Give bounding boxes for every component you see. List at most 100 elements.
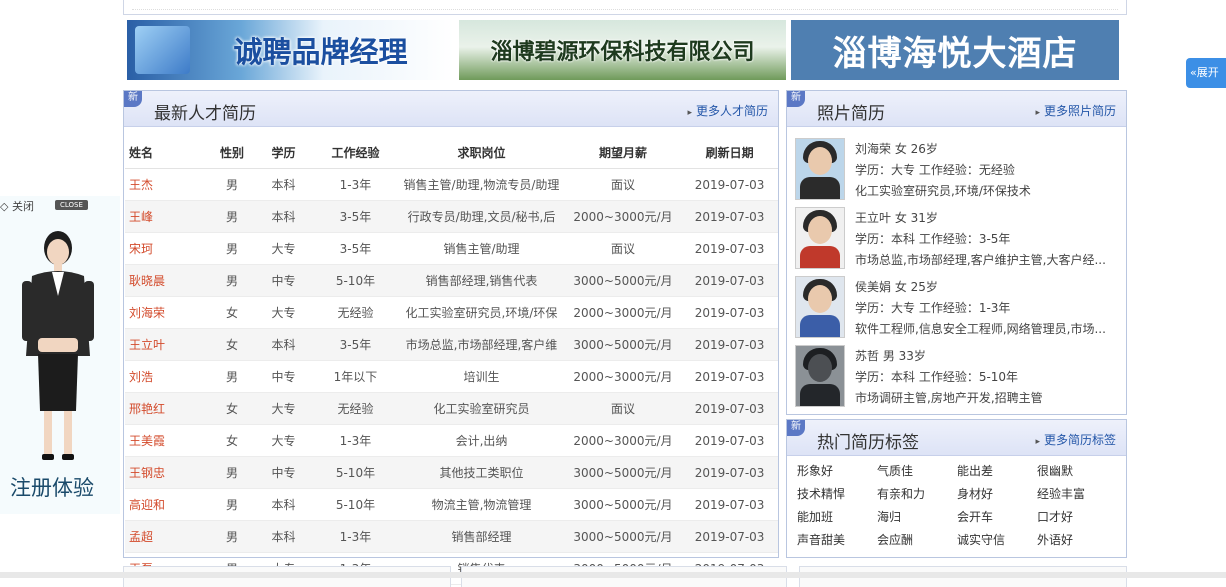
cell-education: 本科: [254, 200, 313, 233]
table-row[interactable]: 王杰男本科 1-3年 销售主管/助理,物流专员/助理 面议 2019-07-03: [125, 168, 778, 201]
avatar[interactable]: [795, 207, 845, 269]
panel-header: 新 热门简历标签 更多简历标签: [787, 420, 1126, 456]
cell-date: 2019-07-03: [681, 488, 778, 521]
tag-link[interactable]: 外语好: [1037, 531, 1073, 548]
cell-education: 中专: [254, 456, 313, 489]
col-name: 姓名: [125, 136, 210, 169]
resume-position-info: 软件工程师,信息安全工程师,网络管理员,市场...: [855, 322, 1106, 336]
cell-position: 行政专员/助理,文员/秘书,后: [398, 200, 565, 233]
avatar[interactable]: [795, 138, 845, 200]
cell-salary: 3000~5000元/月: [564, 520, 682, 553]
cell-date: 2019-07-03: [681, 456, 778, 489]
photo-resume-item[interactable]: 王立叶 女 31岁 学历：本科 工作经验：3-5年 市场总监,市场部经理,客户维…: [795, 207, 1125, 273]
tag-link[interactable]: 诚实守信: [957, 531, 1005, 548]
cell-experience: 1-3年: [312, 520, 399, 553]
cell-name[interactable]: 耿晓晨: [125, 264, 210, 297]
banner-text: 淄博海悦大酒店: [832, 33, 1078, 74]
cell-name[interactable]: 王钢忠: [125, 456, 210, 489]
cell-name[interactable]: 邢艳红: [125, 392, 210, 425]
table-row[interactable]: 王峰男本科 3-5年 行政专员/助理,文员/秘书,后 2000~3000元/月 2019…: [125, 200, 778, 233]
cell-name[interactable]: 刘海荣: [125, 296, 210, 329]
table-row[interactable]: 邢艳红女大专 无经验 化工实验室研究员 面议 2019-07-03: [125, 392, 778, 425]
table-row[interactable]: 孟超男本科 1-3年 销售部经理 3000~5000元/月 2019-07-03: [125, 520, 778, 553]
cell-date: 2019-07-03: [681, 520, 778, 553]
tag-link[interactable]: 经验丰富: [1037, 485, 1085, 502]
banner-haiyue-hotel[interactable]: 淄博海悦大酒店: [791, 20, 1119, 80]
cell-experience: 1-3年: [312, 424, 399, 457]
more-photo-resumes-link[interactable]: 更多照片简历: [1035, 102, 1116, 119]
register-experience-link[interactable]: 注册体验: [10, 472, 94, 502]
tag-link[interactable]: 会开车: [957, 508, 993, 525]
avatar[interactable]: [795, 276, 845, 338]
cell-name[interactable]: 王峰: [125, 200, 210, 233]
tag-link[interactable]: 声音甜美: [797, 531, 845, 548]
cell-education: 大专: [254, 424, 313, 457]
new-badge: 新: [787, 420, 805, 436]
cell-gender: 女: [209, 296, 255, 329]
tag-link[interactable]: 气质佳: [877, 462, 913, 479]
cell-position: 会计,出纳: [398, 424, 565, 457]
tag-link[interactable]: 技术精悍: [797, 485, 845, 502]
tag-link[interactable]: 能加班: [797, 508, 833, 525]
table-row[interactable]: 耿晓晨男中专 5-10年 销售部经理,销售代表 3000~5000元/月 2019-07…: [125, 264, 778, 297]
expand-button[interactable]: «展开: [1186, 58, 1226, 88]
banner-biyuan[interactable]: 淄博碧源环保科技有限公司: [459, 20, 786, 80]
cell-gender: 男: [209, 168, 255, 201]
cell-name[interactable]: 高迎和: [125, 488, 210, 521]
cell-date: 2019-07-03: [681, 296, 778, 329]
table-row[interactable]: 王立叶女本科 3-5年 市场总监,市场部经理,客户维 3000~5000元/月 2019…: [125, 328, 778, 361]
cell-experience: 无经验: [312, 392, 399, 425]
tag-link[interactable]: 身材好: [957, 485, 993, 502]
cell-name[interactable]: 王杰: [125, 168, 210, 201]
new-badge: 新: [787, 91, 805, 107]
cell-name[interactable]: 王美霞: [125, 424, 210, 457]
cell-position: 化工实验室研究员: [398, 392, 565, 425]
table-row[interactable]: 刘海荣女大专 无经验 化工实验室研究员,环境/环保 2000~3000元/月 2019-…: [125, 296, 778, 329]
cell-experience: 3-5年: [312, 200, 399, 233]
tag-link[interactable]: 很幽默: [1037, 462, 1073, 479]
panel-header: 新 最新人才简历 更多人才简历: [124, 91, 778, 127]
more-tags-link[interactable]: 更多简历标签: [1035, 431, 1116, 448]
cell-name[interactable]: 宋珂: [125, 232, 210, 265]
table-row[interactable]: 宋珂男大专 3-5年 销售主管/助理 面议 2019-07-03: [125, 232, 778, 265]
tag-link[interactable]: 能出差: [957, 462, 993, 479]
cell-name[interactable]: 王立叶: [125, 328, 210, 361]
cell-experience: 无经验: [312, 296, 399, 329]
resume-name-info[interactable]: 苏哲 男 33岁: [855, 347, 926, 364]
resume-name-info[interactable]: 王立叶 女 31岁: [855, 209, 938, 226]
panel-title: 热门简历标签: [817, 433, 919, 453]
table-row[interactable]: 高迎和男本科 5-10年 物流主管,物流管理 3000~5000元/月 2019-07-…: [125, 488, 778, 521]
more-resumes-link[interactable]: 更多人才简历: [687, 102, 768, 119]
resume-name-info[interactable]: 侯美娟 女 25岁: [855, 278, 938, 295]
cell-date: 2019-07-03: [681, 360, 778, 393]
cell-name[interactable]: 刘浩: [125, 360, 210, 393]
cell-gender: 女: [209, 328, 255, 361]
cell-gender: 男: [209, 360, 255, 393]
resume-name-info[interactable]: 刘海荣 女 26岁: [855, 140, 938, 157]
tag-link[interactable]: 海归: [877, 508, 901, 525]
tag-link[interactable]: 形象好: [797, 462, 833, 479]
table-row[interactable]: 王钢忠男中专 5-10年 其他技工类职位 3000~5000元/月 2019-07-03: [125, 456, 778, 489]
tag-link[interactable]: 会应酬: [877, 531, 913, 548]
close-ad-link[interactable]: ◇ 关闭: [0, 198, 34, 214]
close-ad-button[interactable]: CLOSE: [55, 200, 88, 210]
floating-ad[interactable]: ◇ 关闭 CLOSE 注册体验: [0, 196, 120, 514]
photo-resume-item[interactable]: 刘海荣 女 26岁 学历：大专 工作经验：无经验 化工实验室研究员,环境/环保技…: [795, 138, 1125, 204]
banner-brand-manager[interactable]: 诚聘品牌经理: [127, 20, 454, 80]
tag-link[interactable]: 口才好: [1037, 508, 1073, 525]
avatar[interactable]: [795, 345, 845, 407]
cell-education: 大专: [254, 232, 313, 265]
close-icon: ◇: [0, 200, 9, 213]
banner-image-icon: [135, 26, 190, 74]
cell-name[interactable]: 孟超: [125, 520, 210, 553]
tag-link[interactable]: 有亲和力: [877, 485, 925, 502]
cell-gender: 女: [209, 424, 255, 457]
table-row[interactable]: 王美霞女大专 1-3年 会计,出纳 2000~3000元/月 2019-07-03: [125, 424, 778, 457]
table-row[interactable]: 刘浩男中专 1年以下 培训生 2000~3000元/月 2019-07-03: [125, 360, 778, 393]
cell-date: 2019-07-03: [681, 168, 778, 201]
cell-date: 2019-07-03: [681, 328, 778, 361]
photo-resume-item[interactable]: 苏哲 男 33岁 学历：本科 工作经验：5-10年 市场调研主管,房地产开发,招…: [795, 345, 1125, 411]
hot-tags-panel: 新 热门简历标签 更多简历标签 形象好 气质佳 能出差 很幽默 技术精悍 有亲和…: [786, 419, 1127, 558]
photo-resume-item[interactable]: 侯美娟 女 25岁 学历：大专 工作经验：1-3年 软件工程师,信息安全工程师,…: [795, 276, 1125, 342]
cell-experience: 5-10年: [312, 488, 399, 521]
